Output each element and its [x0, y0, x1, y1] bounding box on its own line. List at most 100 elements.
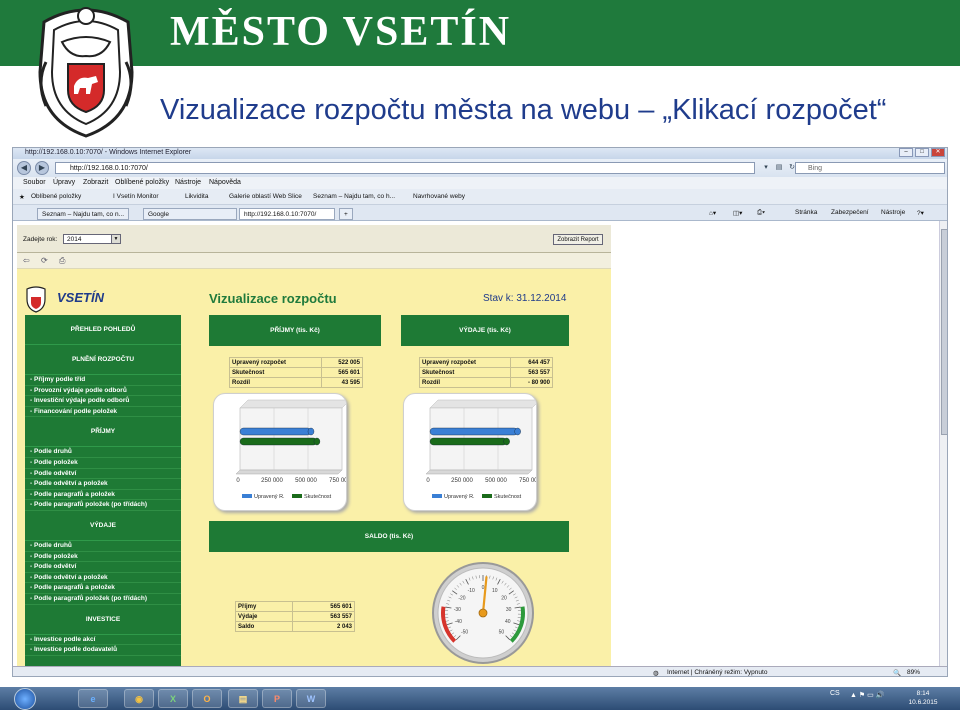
table-cell: - 80 900 — [510, 377, 553, 388]
new-tab-button[interactable]: + — [339, 208, 353, 220]
fav-item-web-slice[interactable]: Galerie oblastí Web Slice — [229, 193, 302, 200]
nav-item-expense-paragraphs-items[interactable]: - Podle paragrafů a položek — [25, 583, 181, 594]
nav-item-expense-sectors-items[interactable]: - Podle odvětví a položek — [25, 573, 181, 584]
nav-section-budget[interactable]: PLNĚNÍ ROZPOČTU — [25, 345, 181, 375]
tab-seznam[interactable]: Seznam – Najdu tam, co n... — [37, 208, 130, 220]
taskbar-excel[interactable]: X — [158, 689, 188, 708]
tab-google[interactable]: Google — [143, 208, 237, 220]
feeds-icon[interactable]: ◫▾ — [733, 209, 742, 217]
nav-item-expense-items[interactable]: - Podle položek — [25, 552, 181, 563]
nav-item-label: Investiční výdaje podle odborů — [33, 397, 130, 405]
nav-section-expenses[interactable]: VÝDAJE — [25, 511, 181, 541]
print-report-icon[interactable]: ⎙ — [59, 256, 65, 266]
taskbar-outlook[interactable]: O — [192, 689, 222, 708]
chevron-down-icon[interactable]: ▼ — [111, 235, 120, 243]
chart-bar[interactable] — [429, 427, 518, 436]
nav-item-expense-sectors[interactable]: - Podle odvětví — [25, 562, 181, 573]
back-arrow-icon[interactable]: ⇦ — [23, 256, 30, 265]
chart-bar[interactable] — [239, 437, 318, 446]
show-report-button[interactable]: Zobrazit Report — [553, 234, 603, 245]
nav-item-expense-types[interactable]: - Podle druhů — [25, 541, 181, 552]
presentation-slide: MĚSTO VSETÍN Vizualizace rozpočtu města … — [0, 0, 960, 710]
nav-section-investments[interactable]: INVESTICE — [25, 605, 181, 635]
close-icon[interactable]: ✕ — [931, 148, 945, 157]
nav-item-investment-expenses[interactable]: - Investiční výdaje podle odborů — [25, 396, 181, 407]
forward-icon[interactable]: ▶ — [35, 161, 49, 175]
print-icon[interactable]: ⎙▾ — [757, 209, 765, 217]
taskbar-powerpoint[interactable]: P — [262, 689, 292, 708]
table-row: Upravený rozpočet 522 005 — [229, 357, 364, 368]
chart-back-wall — [239, 399, 346, 409]
start-button[interactable] — [14, 688, 36, 710]
chart-bar[interactable] — [239, 427, 312, 436]
scrollbar-thumb[interactable] — [941, 229, 947, 435]
taskbar-word[interactable]: W — [296, 689, 326, 708]
expense-header: VÝDAJE (tis. Kč) — [401, 315, 569, 346]
back-icon[interactable]: ◀ — [17, 161, 31, 175]
menu-item-help[interactable]: Nápověda — [209, 179, 241, 186]
chart-tick-label: 250 000 — [261, 478, 283, 484]
menu-item-view[interactable]: Zobrazit — [83, 179, 108, 186]
legend-swatch — [482, 494, 492, 498]
maximize-icon[interactable]: □ — [915, 148, 929, 157]
table-cell: 43 595 — [320, 377, 364, 388]
nav-item-income-sectors[interactable]: - Podle odvětví — [25, 469, 181, 480]
menu-item-tools[interactable]: Nástroje — [175, 179, 201, 186]
help-icon[interactable]: ?▾ — [917, 209, 924, 217]
minimize-icon[interactable]: – — [899, 148, 913, 157]
cmd-tools[interactable]: Nástroje — [881, 209, 905, 216]
zoom-icon[interactable]: 🔍 — [893, 669, 901, 676]
nav-item-investments-actions[interactable]: - Investice podle akcí — [25, 635, 181, 646]
table-cell: 563 557 — [291, 611, 356, 622]
nav-item-income-paragraphs-classes[interactable]: - Podle paragrafů položek (po třídách) — [25, 500, 181, 511]
nav-section-overview[interactable]: PŘEHLED POHLEDŮ — [25, 315, 181, 345]
address-bar[interactable]: http://192.168.0.10:7070/ — [55, 162, 755, 174]
nav-item-label: Financování podle položek — [33, 407, 118, 415]
nav-item-income-sectors-items[interactable]: - Podle odvětví a položek — [25, 479, 181, 490]
chart-bar-cap — [503, 437, 510, 446]
dropdown-icon[interactable]: ▾ — [761, 162, 771, 173]
chart-back-wall — [429, 399, 536, 409]
table-cell: 2 043 — [291, 621, 356, 632]
nav-item-investments-suppliers[interactable]: - Investice podle dodavatelů — [25, 645, 181, 656]
nav-item-operating-expenses[interactable]: - Provozní výdaje podle odborů — [25, 386, 181, 397]
nav-item-label: Podle druhů — [33, 448, 72, 456]
fav-item-suggested[interactable]: Navrhované weby — [413, 193, 465, 200]
home-icon[interactable]: ⌂▾ — [709, 209, 716, 217]
menu-item-file[interactable]: Soubor — [23, 179, 46, 186]
language-indicator[interactable]: CS — [830, 690, 840, 697]
table-cell: Výdaje — [235, 611, 293, 622]
nav-item-income-types[interactable]: - Podle druhů — [25, 447, 181, 458]
taskbar-chrome[interactable]: ◉ — [124, 689, 154, 708]
favorites-star-icon[interactable]: ★ — [19, 193, 25, 201]
tray-icons[interactable]: ▲ ⚑ ▭ 🔊 — [850, 691, 884, 699]
cmd-security[interactable]: Zabezpečení — [831, 209, 869, 216]
search-input[interactable]: Bing — [795, 162, 945, 174]
fav-item-seznam[interactable]: Seznam – Najdu tam, co h... — [313, 193, 395, 200]
fav-item-vsetin-monitor[interactable]: I Vsetín Monitor — [113, 193, 159, 200]
menu-item-edit[interactable]: Úpravy — [53, 179, 75, 186]
nav-section-income[interactable]: PŘÍJMY — [25, 417, 181, 448]
vertical-scrollbar[interactable] — [939, 221, 947, 666]
nav-item-financing[interactable]: - Financování podle položek — [25, 407, 181, 418]
cmd-page[interactable]: Stránka — [795, 209, 817, 216]
nav-item-income-items[interactable]: - Podle položek — [25, 458, 181, 469]
compat-icon[interactable]: ▤ — [774, 162, 784, 173]
gauge-tick-label: -50 — [461, 629, 468, 635]
zoom-level[interactable]: 89% — [907, 669, 920, 676]
fav-item-likvidita[interactable]: Likvidita — [185, 193, 208, 200]
tab-active-page[interactable]: http://192.168.0.10:7070/ — [239, 208, 335, 220]
menu-item-favorites[interactable]: Oblíbené položky — [115, 179, 169, 186]
clock[interactable]: 8:14 10.6.2015 — [902, 689, 944, 707]
taskbar-explorer[interactable]: ▤ — [228, 689, 258, 708]
report-navigation: PŘEHLED POHLEDŮ PLNĚNÍ ROZPOČTU - Příjmy… — [25, 315, 181, 672]
taskbar-ie[interactable]: e — [78, 689, 108, 708]
nav-item-income-classes[interactable]: - Příjmy podle tříd — [25, 375, 181, 386]
refresh-report-icon[interactable]: ⟳ — [41, 256, 48, 265]
year-select[interactable]: 2014 ▼ — [63, 234, 121, 244]
favorites-button[interactable]: Oblíbené položky — [31, 193, 81, 200]
table-cell: 522 005 — [320, 357, 364, 368]
nav-item-expense-paragraphs-classes[interactable]: - Podle paragrafů položek (po třídách) — [25, 594, 181, 605]
nav-item-income-paragraphs-items[interactable]: - Podle paragrafů a položek — [25, 490, 181, 501]
chart-bar[interactable] — [429, 437, 507, 446]
